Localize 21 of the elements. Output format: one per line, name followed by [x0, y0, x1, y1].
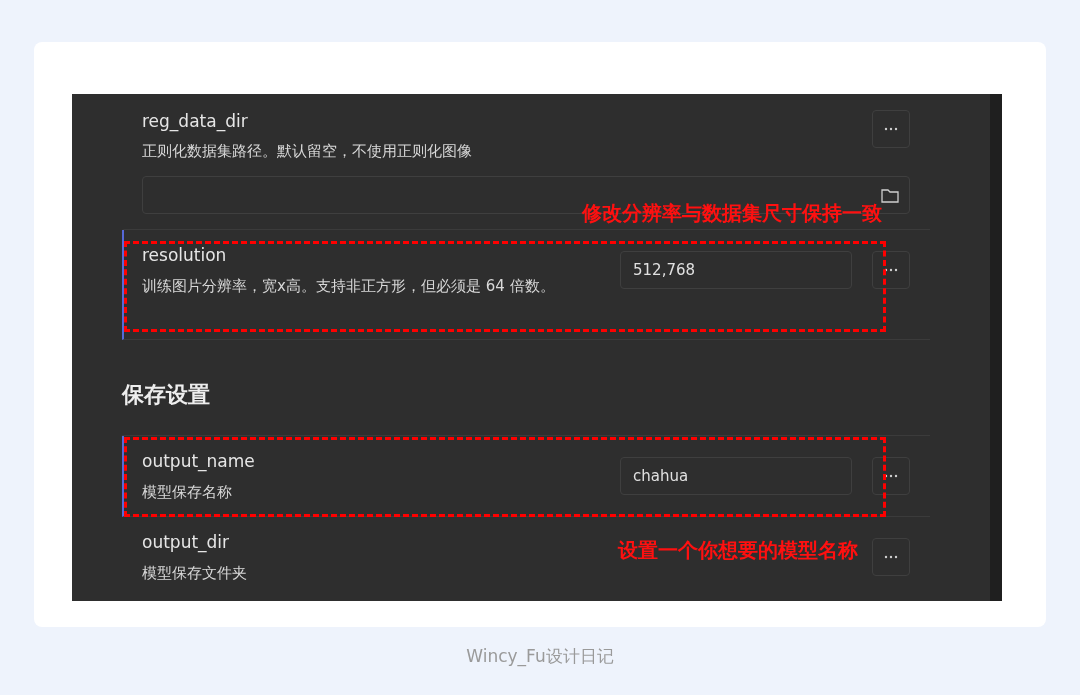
more-button[interactable]	[872, 457, 910, 495]
more-icon	[884, 555, 898, 559]
setting-description: 训练图片分辨率，宽x高。支持非正方形，但必须是 64 倍数。	[142, 276, 556, 297]
more-icon	[884, 268, 898, 272]
more-icon	[884, 127, 898, 131]
setting-name: output_name	[142, 450, 256, 472]
value-field[interactable]: chahua	[620, 457, 852, 495]
folder-icon	[881, 187, 899, 203]
setting-description: 模型保存名称	[142, 482, 233, 503]
setting-name: resolution	[142, 244, 228, 266]
section-heading: 保存设置	[122, 381, 210, 409]
caption: Wincy_Fu设计日记	[466, 645, 614, 669]
setting-name: output_dir	[142, 531, 231, 553]
annotation-text: 修改分辨率与数据集尺寸保持一致	[582, 200, 882, 227]
setting-description: 模型保存文件夹	[142, 563, 248, 584]
value-field[interactable]: 512,768	[620, 251, 852, 289]
annotation-text: 设置一个你想要的模型名称	[618, 537, 858, 564]
setting-name: reg_data_dir	[142, 110, 249, 132]
more-icon	[884, 474, 898, 478]
setting-description: 正则化数据集路径。默认留空，不使用正则化图像	[142, 141, 472, 162]
more-button[interactable]	[872, 251, 910, 289]
